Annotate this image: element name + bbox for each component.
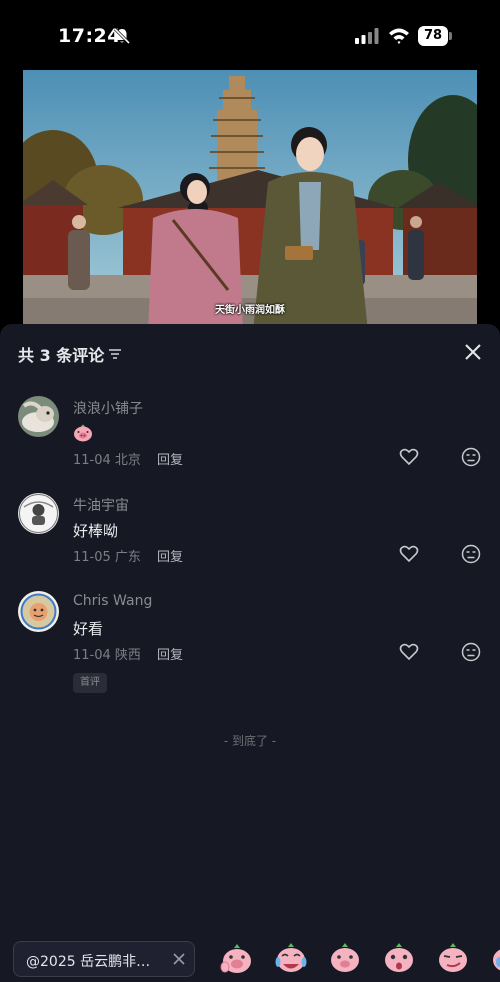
pig-wave-emoji-icon[interactable]: [219, 940, 255, 976]
video-frame: [23, 70, 477, 332]
comment-text: 好看: [73, 620, 104, 638]
status-bar: 17:24 78: [0, 0, 500, 70]
comment-text: 好棒呦: [73, 522, 119, 540]
wifi-icon: [389, 28, 409, 44]
comment-text: [73, 423, 93, 442]
emoji-quick-bar: [215, 940, 500, 980]
pig-smile-emoji-icon[interactable]: [327, 940, 363, 976]
heart-icon[interactable]: [399, 544, 419, 564]
pig-smirk-emoji-icon[interactable]: [435, 940, 471, 976]
comment-username[interactable]: 浪浪小铺子: [73, 398, 143, 418]
reply-button[interactable]: 回复: [157, 546, 183, 565]
clear-input-icon[interactable]: [172, 952, 186, 966]
cellular-signal-icon: [355, 28, 379, 44]
sort-filter-icon[interactable]: [108, 348, 122, 360]
comment-count-label: 共 3 条评论: [18, 346, 105, 365]
comment-location: 陕西: [114, 648, 141, 663]
comment-count-title[interactable]: 共 3 条评论: [18, 342, 122, 366]
battery-indicator: 78: [418, 26, 448, 46]
pig-partial-emoji-icon[interactable]: [489, 940, 500, 976]
reply-button[interactable]: 回复: [157, 449, 183, 468]
avatar[interactable]: [18, 396, 59, 437]
first-comment-badge: 首评: [73, 673, 107, 693]
comment-meta: 11-04 北京: [73, 449, 141, 468]
comment-meta: 11-04 陕西: [73, 644, 141, 663]
heart-icon[interactable]: [399, 447, 419, 467]
comment-location: 北京: [114, 453, 141, 468]
status-time: 17:24: [58, 25, 121, 47]
comment-username[interactable]: Chris Wang: [73, 593, 152, 609]
pig-crying-laugh-emoji-icon[interactable]: [273, 940, 309, 976]
comment-location: 广东: [114, 550, 141, 565]
comment-input-field[interactable]: @2025 岳云鹏非…: [13, 941, 195, 977]
comment-meta: 11-05 广东: [73, 546, 141, 565]
comment-date: 11-04: [73, 648, 111, 663]
dislike-face-icon[interactable]: [461, 447, 481, 467]
comment-username[interactable]: 牛油宇宙: [73, 495, 129, 515]
close-icon[interactable]: [463, 342, 483, 362]
comment-panel: 共 3 条评论 浪浪小铺子 11-04 北京 回复 牛油宇宙 好棒呦 11-05…: [0, 324, 500, 982]
video-subtitle: 天街小雨润如酥: [215, 305, 285, 316]
dislike-face-icon[interactable]: [461, 642, 481, 662]
pig-surprised-emoji-icon[interactable]: [381, 940, 417, 976]
avatar[interactable]: [18, 493, 59, 534]
silent-bell-icon: [113, 27, 131, 45]
comment-date: 11-04: [73, 453, 111, 468]
comment-date: 11-05: [73, 550, 111, 565]
heart-icon[interactable]: [399, 642, 419, 662]
battery-tip: [449, 32, 452, 40]
comment-item: 浪浪小铺子 11-04 北京 回复: [0, 396, 500, 486]
video-player[interactable]: 天街小雨润如酥: [23, 70, 477, 332]
comment-input-value: @2025 岳云鹏非…: [26, 954, 151, 970]
reply-button[interactable]: 回复: [157, 644, 183, 663]
end-of-list-text: - 到底了 -: [223, 734, 277, 748]
avatar[interactable]: [18, 591, 59, 632]
comment-item: 牛油宇宙 好棒呦 11-05 广东 回复: [0, 493, 500, 583]
comment-item: Chris Wang 好看 11-04 陕西 回复 首评: [0, 591, 500, 701]
dislike-face-icon[interactable]: [461, 544, 481, 564]
pig-face-icon: [74, 424, 92, 441]
